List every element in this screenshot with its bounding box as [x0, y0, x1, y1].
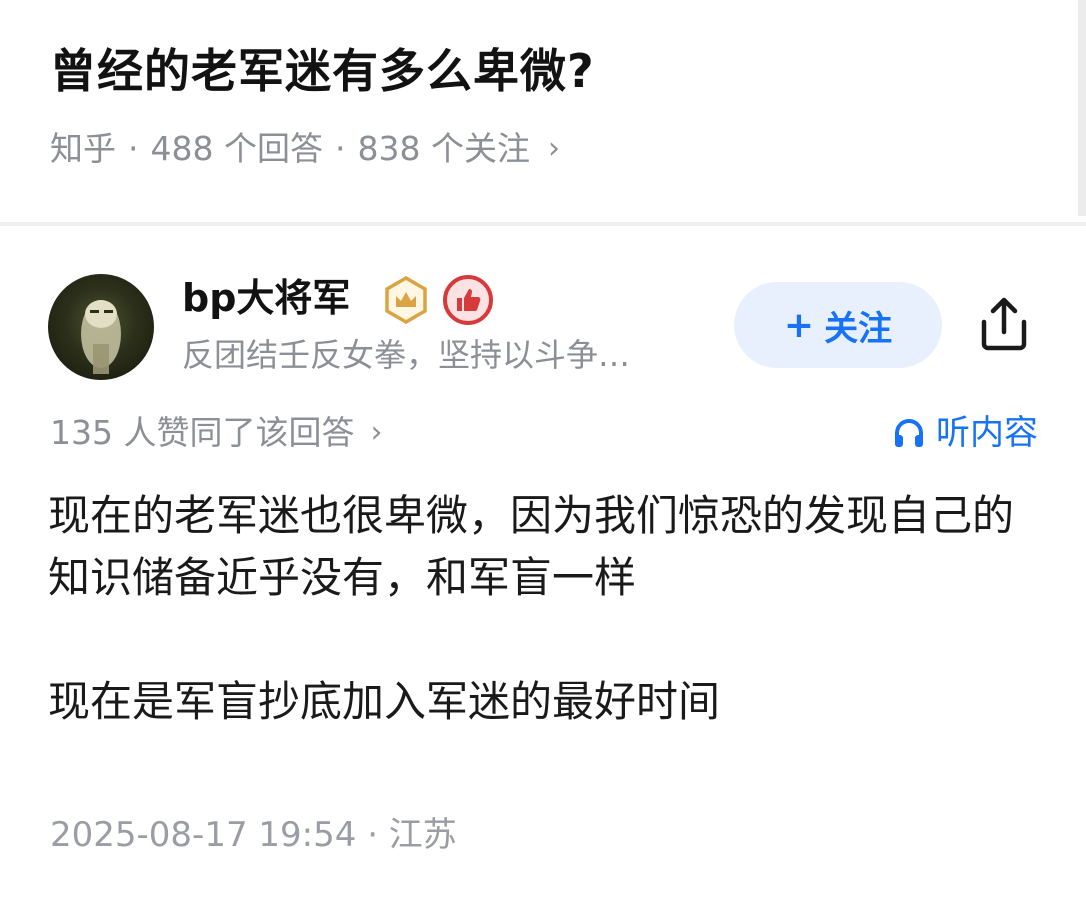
divider	[0, 222, 1086, 226]
answers-count: 488 个回答	[150, 129, 323, 168]
share-icon[interactable]	[972, 292, 1036, 356]
crown-badge-icon[interactable]	[382, 276, 430, 324]
answer-paragraph: 现在是军盲抄底加入军迷的最好时间	[48, 677, 721, 726]
answer-content[interactable]: 现在的老军迷也很卑微，因为我们惊恐的发现自己的知识储备近乎没有，和军盲一样 现在…	[48, 485, 1048, 733]
avatar[interactable]	[48, 274, 154, 380]
like-badge-icon[interactable]	[442, 274, 494, 326]
scrollbar	[1078, 0, 1086, 216]
meta-separator: ·	[334, 129, 346, 168]
question-source: 知乎	[50, 129, 116, 168]
chevron-right-icon: ›	[547, 131, 560, 166]
avatar-image	[81, 300, 121, 374]
follow-button[interactable]: + 关注	[734, 282, 942, 368]
listen-button[interactable]: 听内容	[892, 408, 1038, 458]
question-header: 曾经的老军迷有多么卑微? 知乎 · 488 个回答 · 838 个关注 ›	[0, 0, 1086, 222]
follow-button-label: 关注	[824, 308, 893, 349]
chevron-right-icon: ›	[370, 415, 383, 450]
question-meta[interactable]: 知乎 · 488 个回答 · 838 个关注 ›	[50, 124, 560, 174]
question-title[interactable]: 曾经的老军迷有多么卑微?	[50, 38, 595, 104]
followers-count: 838 个关注	[357, 129, 530, 168]
upvotes-text: 135 人赞同了该回答	[50, 413, 355, 452]
answer-timestamp: 2025-08-17 19:54 · 江苏	[50, 815, 457, 855]
listen-label: 听内容	[936, 413, 1038, 453]
plus-icon: +	[783, 304, 815, 346]
upvotes-summary[interactable]: 135 人赞同了该回答 ›	[50, 408, 382, 458]
author-bio[interactable]: 反团结壬反女拳，坚持以斗争…	[182, 330, 722, 380]
meta-separator: ·	[128, 129, 139, 168]
answer-paragraph: 现在的老军迷也很卑微，因为我们惊恐的发现自己的知识储备近乎没有，和军盲一样	[48, 491, 1015, 602]
headphones-icon	[895, 419, 923, 447]
author-name[interactable]: bp大将军	[182, 270, 350, 326]
